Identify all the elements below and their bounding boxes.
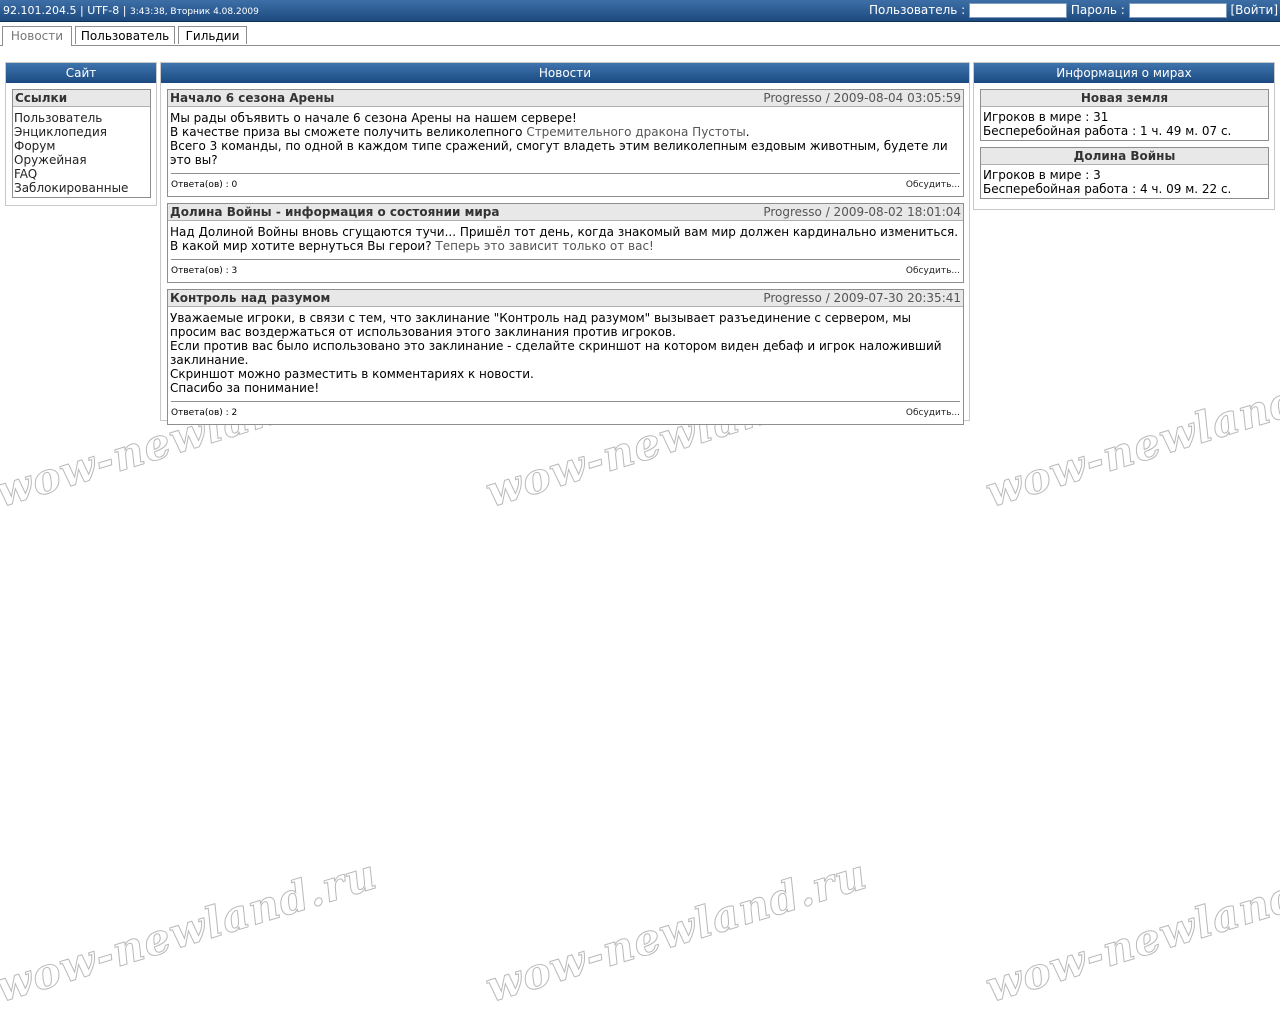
news-meta: Progresso / 2009-08-02 18:01:04	[763, 205, 961, 219]
login-form: Пользователь : Пароль : [Войти]	[869, 3, 1278, 18]
link-faq[interactable]: FAQ	[14, 167, 149, 181]
links-title: Ссылки	[13, 90, 150, 107]
link-armory[interactable]: Оружейная	[14, 153, 149, 167]
news-title: Начало 6 сезона Арены	[170, 91, 335, 105]
link-user[interactable]: Пользователь	[14, 111, 149, 125]
link-forum[interactable]: Форум	[14, 139, 149, 153]
news-title: Долина Войны - информация о состоянии ми…	[170, 205, 500, 219]
world-box: Новая земля Игроков в мире : 31 Беспереб…	[980, 89, 1269, 141]
worlds-panel: Информация о мирах Новая земля Игроков в…	[973, 62, 1275, 210]
discuss-link[interactable]: Обсудить...	[906, 174, 960, 196]
session-info: 92.101.204.5 | UTF-8 | 3:43:38, Вторник …	[3, 4, 259, 17]
tab-user[interactable]: Пользователь	[75, 26, 175, 44]
main-tabs: Новости Пользователь Гильдии	[0, 24, 1280, 46]
username-input[interactable]	[969, 3, 1068, 18]
news-text-line: Всего 3 команды, по одной в каждом типе …	[170, 139, 948, 167]
news-item: Долина Войны - информация о состоянии ми…	[167, 203, 964, 283]
news-panel: Новости Начало 6 сезона Арены Progresso …	[160, 62, 970, 425]
news-link[interactable]: Стремительного дракона Пустоты	[526, 125, 745, 139]
links-box: Ссылки Пользователь Энциклопедия Форум О…	[12, 89, 151, 198]
watermark: wow-newland.ru	[0, 849, 383, 1012]
news-panel-title: Новости	[161, 63, 969, 83]
top-bar: 92.101.204.5 | UTF-8 | 3:43:38, Вторник …	[0, 0, 1280, 22]
news-meta: Progresso / 2009-08-04 03:05:59	[763, 91, 961, 105]
world-box: Долина Войны Игроков в мире : 3 Беспереб…	[980, 147, 1269, 199]
replies-count: Ответа(ов) : 0	[171, 180, 238, 190]
encoding: UTF-8	[87, 4, 120, 17]
news-meta: Progresso / 2009-07-30 20:35:41	[763, 291, 961, 305]
news-title: Контроль над разумом	[170, 291, 331, 305]
discuss-link[interactable]: Обсудить...	[906, 402, 960, 424]
world-name: Долина Войны	[981, 148, 1268, 165]
watermark: wow-newland.ru	[979, 849, 1280, 1012]
site-panel-title: Сайт	[6, 63, 156, 83]
link-encyclopedia[interactable]: Энциклопедия	[14, 125, 149, 139]
tab-guilds[interactable]: Гильдии	[178, 26, 247, 44]
world-players: Игроков в мире : 31	[983, 110, 1109, 124]
discuss-link[interactable]: Обсудить...	[906, 260, 960, 282]
watermark: wow-newland.ru	[479, 849, 873, 1012]
world-name: Новая земля	[981, 90, 1268, 107]
replies-count: Ответа(ов) : 2	[171, 408, 238, 418]
world-players: Игроков в мире : 3	[983, 168, 1101, 182]
login-button[interactable]: [Войти]	[1230, 3, 1278, 17]
password-input[interactable]	[1128, 3, 1227, 18]
server-datetime: 3:43:38, Вторник 4.08.2009	[130, 7, 259, 17]
news-item: Начало 6 сезона Арены Progresso / 2009-0…	[167, 89, 964, 197]
news-item: Контроль над разумом Progresso / 2009-07…	[167, 289, 964, 425]
watermark: wow-newland.ru	[979, 354, 1280, 518]
world-uptime: Бесперебойная работа : 4 ч. 09 м. 22 с.	[983, 182, 1232, 196]
ip-address: 92.101.204.5	[3, 4, 77, 17]
link-banned[interactable]: Заблокированные	[14, 181, 149, 195]
password-label: Пароль :	[1070, 3, 1125, 17]
news-text-line: Мы рады объявить о начале 6 сезона Арены…	[170, 111, 577, 125]
username-label: Пользователь :	[868, 3, 966, 17]
world-uptime: Бесперебойная работа : 1 ч. 49 м. 07 с.	[983, 124, 1232, 138]
site-panel: Сайт Ссылки Пользователь Энциклопедия Фо…	[5, 62, 157, 206]
tab-news[interactable]: Новости	[2, 26, 72, 46]
replies-count: Ответа(ов) : 3	[171, 266, 238, 276]
worlds-panel-title: Информация о мирах	[974, 63, 1274, 83]
